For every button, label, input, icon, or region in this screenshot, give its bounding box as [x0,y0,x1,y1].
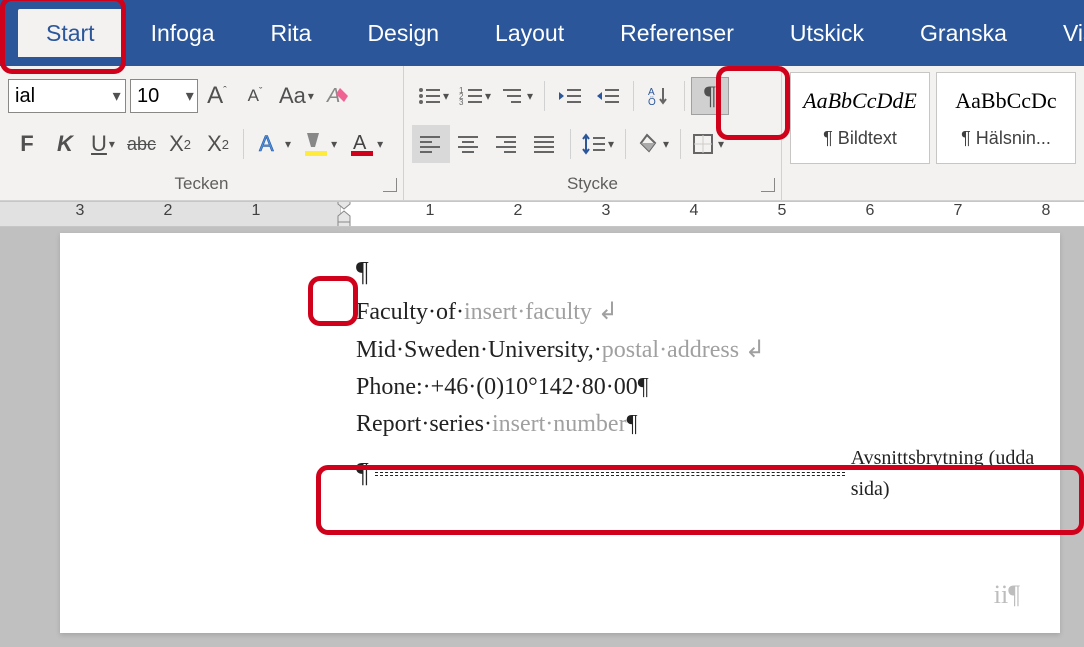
ribbon: ▾ ▾ Aˆ Aˇ Aa▾ A F K U▾ abc [0,66,1084,201]
font-size-combo[interactable]: ▾ [130,79,198,113]
style-preview: AaBbCcDc [943,88,1069,114]
pilcrow-icon: ¶ [356,251,1060,294]
svg-text:Ö: Ö [648,96,656,107]
align-left-button[interactable] [412,125,450,163]
text-effects-button[interactable]: A▾ [250,125,296,163]
dialog-launcher-stycke[interactable] [761,178,775,192]
page-number: ii¶ [994,575,1020,615]
grow-font-button[interactable]: Aˆ [198,77,236,115]
page[interactable]: ¶ Faculty·of·insert·faculty ↲ Mid·Sweden… [60,233,1060,633]
tab-utskick[interactable]: Utskick [762,9,892,57]
tab-layout[interactable]: Layout [467,9,592,57]
sort-button[interactable]: AÖ [640,77,678,115]
show-hide-marks-button[interactable]: ¶ [691,77,729,115]
line-spacing-button[interactable]: ▾ [577,125,619,163]
subscript-button[interactable]: X2 [161,125,199,163]
numbering-button[interactable]: 123▾ [454,77,496,115]
align-justify-button[interactable] [526,125,564,163]
font-name-input[interactable] [9,80,108,112]
ribbon-tabs: Start Infoga Rita Design Layout Referens… [0,0,1084,66]
shrink-font-button[interactable]: Aˇ [236,77,274,115]
strikethrough-button[interactable]: abc [122,125,161,163]
dialog-launcher-tecken[interactable] [383,178,397,192]
doc-line: Mid·Sweden·University,·postal·address ↲ [356,332,1060,369]
tab-start[interactable]: Start [18,9,123,57]
document-area: ¶ Faculty·of·insert·faculty ↲ Mid·Sweden… [0,227,1084,647]
multilevel-list-button[interactable]: ▾ [496,77,538,115]
group-label-tecken: Tecken [8,168,395,200]
ruler-page-area [340,202,1084,227]
tab-granska[interactable]: Granska [892,9,1035,57]
svg-text:3: 3 [459,98,464,107]
font-size-input[interactable] [131,80,182,112]
shading-button[interactable]: ▾ [632,125,674,163]
bold-button[interactable]: F [8,125,46,163]
tab-referenser[interactable]: Referenser [592,9,762,57]
group-label-stycke: Stycke [412,168,773,200]
bullets-button[interactable]: ▾ [412,77,454,115]
pilcrow-icon: ¶ [356,452,369,495]
group-stycke: ▾ 123▾ ▾ AÖ ¶ [404,66,782,200]
font-color-button[interactable]: A▾ [342,125,388,163]
style-halsning[interactable]: AaBbCcDc ¶ Hälsnin... [936,72,1076,164]
indent-marker[interactable] [335,201,353,227]
increase-indent-button[interactable] [589,77,627,115]
align-center-button[interactable] [450,125,488,163]
style-bildtext[interactable]: AaBbCcDdE ¶ Bildtext [790,72,930,164]
tab-visa[interactable]: Vis [1035,9,1084,57]
section-break-line [375,472,845,476]
group-tecken: ▾ ▾ Aˆ Aˇ Aa▾ A F K U▾ abc [0,66,404,200]
svg-text:A: A [259,131,274,156]
tab-design[interactable]: Design [339,9,467,57]
styles-gallery: AaBbCcDdE ¶ Bildtext AaBbCcDc ¶ Hälsnin.… [782,66,1084,200]
decrease-indent-button[interactable] [551,77,589,115]
change-case-button[interactable]: Aa▾ [274,77,319,115]
borders-button[interactable]: ▾ [687,125,729,163]
font-name-combo[interactable]: ▾ [8,79,126,113]
chevron-down-icon: ▾ [182,86,197,106]
doc-line: Phone:·+46·(0)10°142·80·00¶ [356,369,1060,406]
superscript-button[interactable]: X2 [199,125,237,163]
align-right-button[interactable] [488,125,526,163]
underline-button[interactable]: U▾ [84,125,122,163]
clear-formatting-button[interactable]: A [319,77,357,115]
svg-text:A: A [353,132,367,154]
italic-button[interactable]: K [46,125,84,163]
tab-infoga[interactable]: Infoga [123,9,243,57]
section-break-label: Avsnittsbrytning (udda sida) [851,443,1060,505]
style-preview: AaBbCcDdE [797,88,923,114]
style-name: ¶ Bildtext [797,128,923,149]
highlight-button[interactable]: ▾ [296,125,342,163]
tab-rita[interactable]: Rita [243,9,340,57]
doc-line: Report·series·insert·number¶ [356,406,1060,443]
chevron-down-icon: ▾ [108,86,125,106]
section-break: ¶ Avsnittsbrytning (udda sida) [356,443,1060,505]
doc-line: Faculty·of·insert·faculty ↲ [356,294,1060,331]
ruler: 3 2 1 1 2 3 4 5 6 7 8 [0,201,1084,227]
style-name: ¶ Hälsnin... [943,128,1069,149]
